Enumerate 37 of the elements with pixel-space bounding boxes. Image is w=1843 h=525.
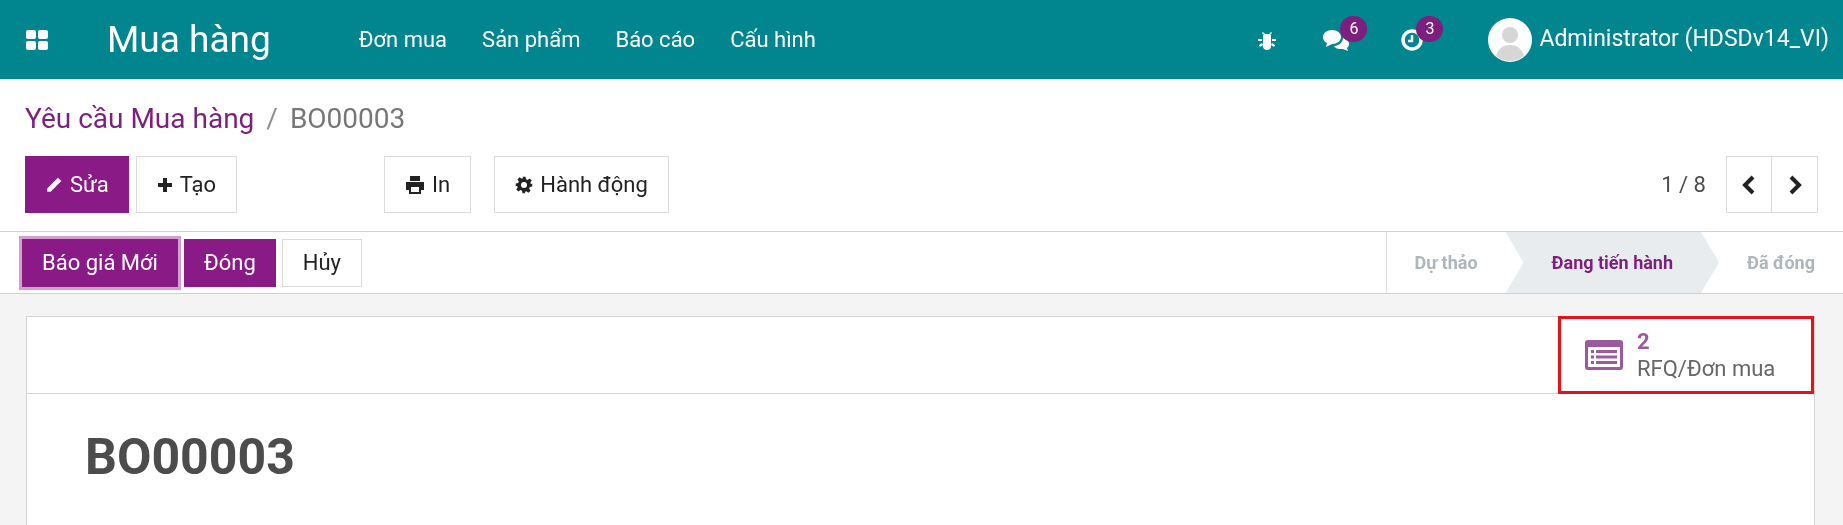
action-button[interactable]: Hành động xyxy=(494,156,669,213)
apps-grid-icon[interactable] xyxy=(26,29,48,50)
breadcrumb-link[interactable]: Yêu cầu Mua hàng xyxy=(25,101,255,137)
chevron-right-icon xyxy=(1787,174,1802,195)
menu-item[interactable]: Sản phẩm xyxy=(482,23,581,56)
previous-button[interactable] xyxy=(1726,156,1772,213)
printer-icon xyxy=(405,175,426,194)
menu-item[interactable]: Đơn mua xyxy=(358,23,448,56)
smart-button-label: RFQ/Đơn mua xyxy=(1637,355,1776,382)
list-icon xyxy=(1585,340,1623,370)
pencil-icon xyxy=(45,175,63,194)
plus-icon xyxy=(156,176,173,193)
edit-button[interactable]: Sửa xyxy=(25,156,129,213)
status-button[interactable]: Báo giá Mới xyxy=(22,238,178,287)
chat-icon[interactable] xyxy=(1322,27,1351,52)
create-button[interactable]: Tạo xyxy=(135,156,238,213)
menu-item[interactable]: Cấu hình xyxy=(730,23,816,56)
app-title: Mua hàng xyxy=(107,21,271,58)
next-button[interactable] xyxy=(1772,156,1818,213)
message-count-badge: 6 xyxy=(1340,15,1368,42)
pager-value: 1 / 8 xyxy=(1661,171,1706,199)
breadcrumb-current: BO00003 xyxy=(289,101,406,137)
user-name[interactable]: Administrator (HDSDv14_VI) xyxy=(1539,22,1829,57)
activity-count-badge: 3 xyxy=(1416,15,1444,42)
print-button[interactable]: In xyxy=(384,156,472,213)
chevron-left-icon xyxy=(1742,174,1756,195)
breadcrumb-separator: / xyxy=(266,101,278,137)
smart-button[interactable]: 2 RFQ/Đơn mua xyxy=(1558,316,1814,394)
clock-icon[interactable] xyxy=(1400,27,1425,52)
avatar-icon[interactable] xyxy=(1488,17,1533,62)
gear-icon xyxy=(515,175,534,194)
stage-step[interactable]: Đang tiến hành xyxy=(1505,232,1720,293)
status-button[interactable]: Đóng xyxy=(183,238,276,287)
menu-item[interactable]: Báo cáo xyxy=(615,23,696,56)
record-title: BO00003 xyxy=(85,432,296,482)
smart-button-count: 2 xyxy=(1637,328,1650,355)
status-button[interactable]: Hủy xyxy=(281,238,362,287)
